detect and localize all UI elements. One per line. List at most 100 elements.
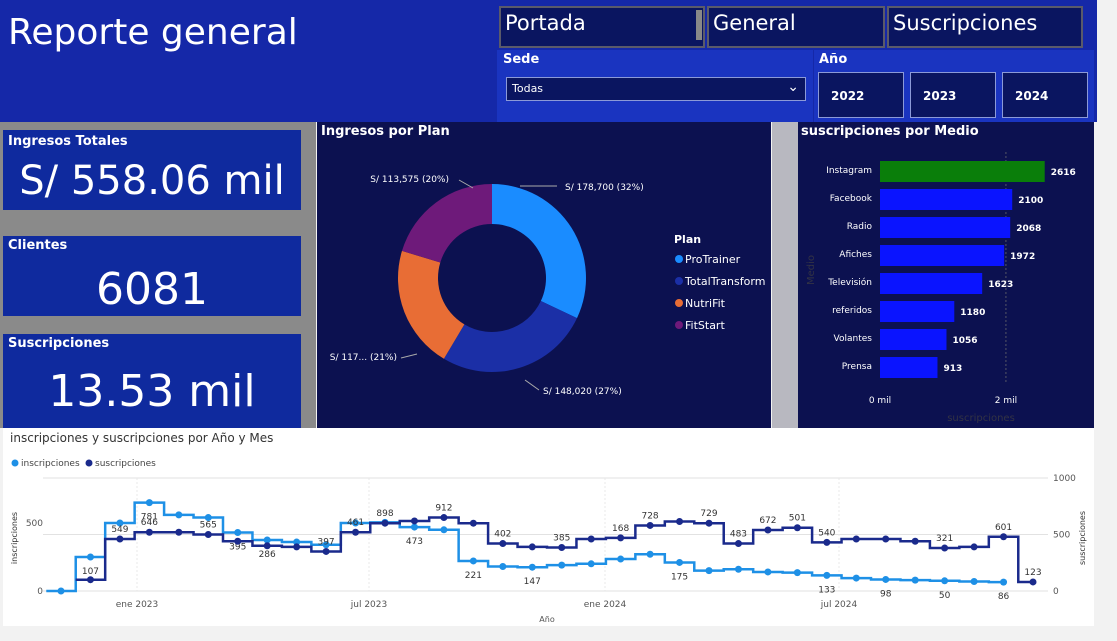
line-point-suscripciones[interactable]	[852, 535, 860, 543]
line-point-inscripciones[interactable]	[617, 555, 625, 563]
nav-general-button[interactable]: General	[707, 6, 885, 48]
line-point-inscripciones[interactable]	[970, 577, 978, 585]
year-2024-button[interactable]: 2024	[1002, 72, 1088, 118]
line-point-suscripciones[interactable]	[617, 534, 625, 542]
legend-item-FitStart[interactable]: FitStart	[685, 319, 725, 332]
line-point-suscripciones[interactable]	[499, 540, 507, 548]
legend-item-TotalTransform[interactable]: TotalTransform	[684, 275, 765, 288]
nav-portada-button[interactable]: Portada	[499, 6, 705, 48]
bar-referidos[interactable]	[880, 301, 955, 322]
donut-slice-TotalTransform[interactable]	[443, 301, 577, 372]
kpi-suscripciones-card: Suscripciones 13.53 mil	[3, 334, 301, 428]
line-point-suscripciones[interactable]	[764, 526, 772, 534]
line-point-suscripciones[interactable]	[882, 535, 890, 543]
line-point-inscripciones[interactable]	[911, 576, 919, 584]
donut-data-label: S/ 113,575 (20%)	[370, 175, 449, 185]
bar-category-label: Volantes	[834, 334, 873, 344]
line-point-suscripciones[interactable]	[793, 524, 801, 532]
bar-Volantes[interactable]	[880, 329, 947, 350]
line-point-inscripciones[interactable]	[705, 567, 713, 575]
line-point-suscripciones[interactable]	[86, 576, 94, 584]
line-point-inscripciones[interactable]	[558, 561, 566, 569]
sede-dropdown[interactable]: Todas ⌄	[506, 77, 806, 101]
line-point-inscripciones[interactable]	[852, 574, 860, 582]
bar-Afiches[interactable]	[880, 245, 1005, 266]
line-point-inscripciones[interactable]	[410, 523, 418, 531]
line-point-suscripciones[interactable]	[646, 521, 654, 529]
line-data-label: 123	[1024, 568, 1041, 578]
line-data-label: 898	[376, 509, 393, 519]
line-point-inscripciones[interactable]	[86, 553, 94, 561]
line-point-suscripciones[interactable]	[1029, 578, 1037, 586]
line-point-inscripciones[interactable]	[646, 550, 654, 558]
line-point-inscripciones[interactable]	[175, 511, 183, 519]
legend-item-suscripciones[interactable]: suscripciones	[95, 459, 156, 469]
line-point-suscripciones[interactable]	[322, 547, 330, 555]
donut-slice-FitStart[interactable]	[401, 184, 492, 263]
donut-slice-ProTrainer[interactable]	[492, 184, 586, 319]
nav-portada-scrollbar[interactable]	[696, 10, 702, 40]
line-point-inscripciones[interactable]	[941, 577, 949, 585]
nav-suscripciones-button[interactable]: Suscripciones	[887, 6, 1083, 48]
line-point-inscripciones[interactable]	[764, 568, 772, 576]
line-point-inscripciones[interactable]	[145, 499, 153, 507]
line-point-suscripciones[interactable]	[970, 543, 978, 551]
line-point-suscripciones[interactable]	[234, 537, 242, 545]
year-2023-button[interactable]: 2023	[910, 72, 996, 118]
line-point-suscripciones[interactable]	[175, 528, 183, 536]
line-point-suscripciones[interactable]	[352, 528, 360, 536]
line-point-suscripciones[interactable]	[1000, 533, 1008, 541]
line-data-label: 321	[936, 534, 953, 544]
line-point-suscripciones[interactable]	[145, 528, 153, 536]
line-xtick: jul 2024	[820, 600, 858, 610]
kpi-ingresos-card: Ingresos Totales S/ 558.06 mil	[3, 130, 301, 210]
legend-marker-NutriFit	[675, 299, 683, 307]
line-point-inscripciones[interactable]	[793, 569, 801, 577]
line-point-suscripciones[interactable]	[410, 517, 418, 525]
line-point-inscripciones[interactable]	[57, 587, 65, 595]
line-point-inscripciones[interactable]	[1000, 578, 1008, 586]
bar-Facebook[interactable]	[880, 189, 1013, 210]
line-point-suscripciones[interactable]	[116, 535, 124, 543]
line-point-suscripciones[interactable]	[528, 543, 536, 551]
line-point-inscripciones[interactable]	[823, 571, 831, 579]
line-point-suscripciones[interactable]	[705, 519, 713, 527]
line-point-suscripciones[interactable]	[734, 540, 742, 548]
line-point-suscripciones[interactable]	[263, 542, 271, 550]
line-point-suscripciones[interactable]	[676, 518, 684, 526]
line-point-suscripciones[interactable]	[558, 543, 566, 551]
line-point-suscripciones[interactable]	[469, 519, 477, 527]
line-point-suscripciones[interactable]	[440, 514, 448, 522]
legend-item-ProTrainer[interactable]: ProTrainer	[685, 253, 741, 266]
bar-Prensa[interactable]	[880, 357, 938, 378]
line-point-suscripciones[interactable]	[293, 543, 301, 551]
line-data-label: 540	[818, 528, 835, 538]
line-chart: inscripciones y suscripciones por Año y …	[10, 431, 1087, 624]
year-2022-button[interactable]: 2022	[818, 72, 904, 118]
line-point-inscripciones[interactable]	[587, 560, 595, 568]
line-point-suscripciones[interactable]	[204, 531, 212, 538]
line-point-suscripciones[interactable]	[911, 537, 919, 545]
line-point-inscripciones[interactable]	[499, 563, 507, 571]
line-point-suscripciones[interactable]	[381, 519, 389, 527]
line-ylabel-right: suscripciones	[1078, 511, 1087, 565]
line-point-inscripciones[interactable]	[469, 557, 477, 565]
line-point-inscripciones[interactable]	[440, 526, 448, 534]
bar-Instagram[interactable]	[880, 161, 1045, 182]
line-point-inscripciones[interactable]	[528, 563, 536, 571]
line-data-label: 107	[82, 567, 99, 577]
line-point-inscripciones[interactable]	[734, 565, 742, 573]
bar-side-strip	[772, 122, 798, 428]
kpi-suscripciones-value: 13.53 mil	[48, 366, 256, 417]
legend-item-NutriFit[interactable]: NutriFit	[685, 297, 726, 310]
bar-Televisión[interactable]	[880, 273, 983, 294]
line-point-suscripciones[interactable]	[823, 538, 831, 546]
line-point-inscripciones[interactable]	[676, 558, 684, 566]
line-point-inscripciones[interactable]	[234, 529, 242, 537]
line-point-inscripciones[interactable]	[882, 575, 890, 583]
line-point-suscripciones[interactable]	[587, 535, 595, 543]
bar-Radio[interactable]	[880, 217, 1011, 238]
line-point-suscripciones[interactable]	[941, 544, 949, 552]
kpi-clientes-card: Clientes 6081	[3, 236, 301, 316]
legend-item-inscripciones[interactable]: inscripciones	[21, 459, 80, 469]
